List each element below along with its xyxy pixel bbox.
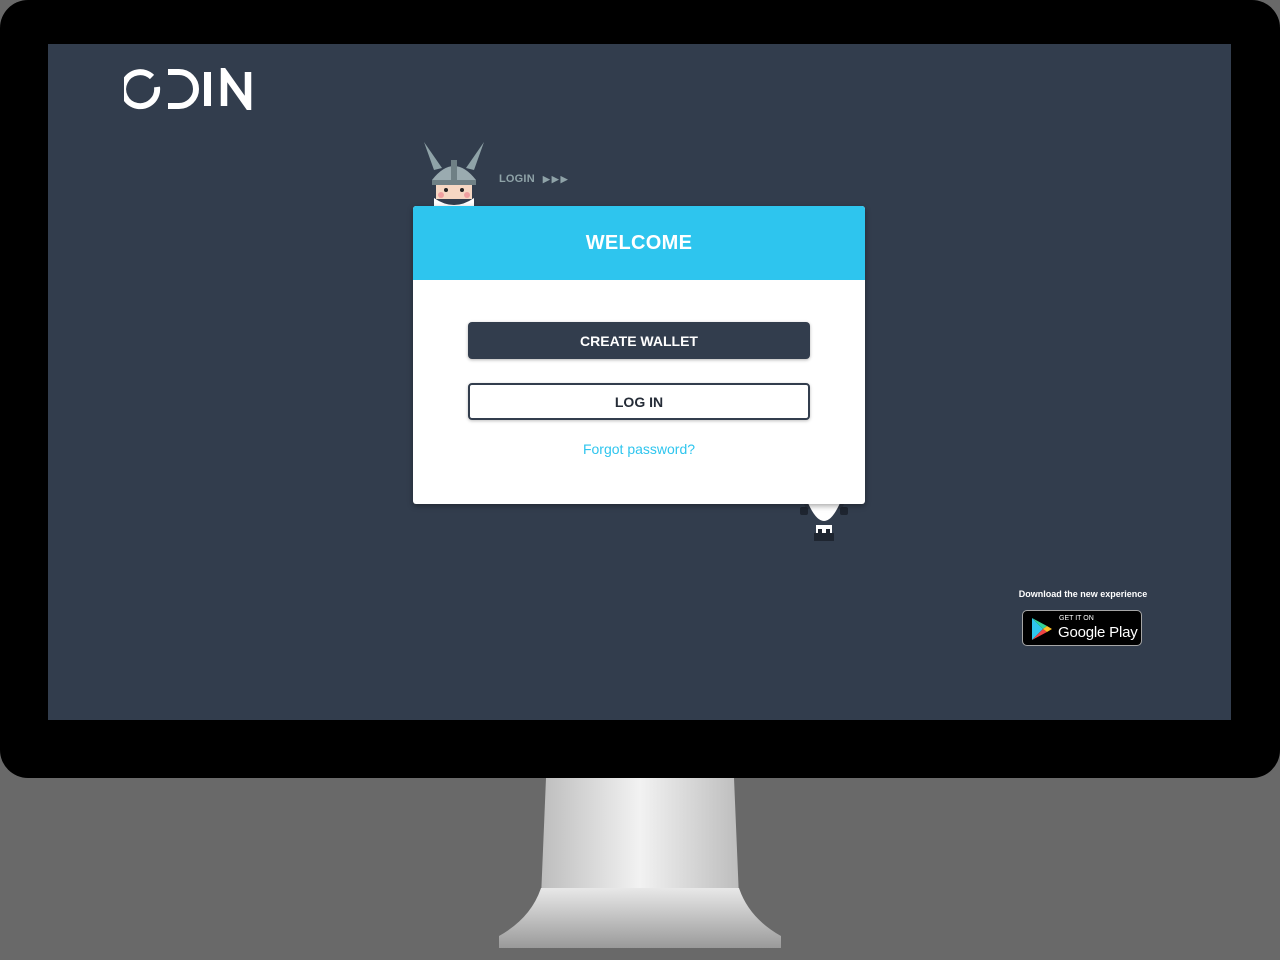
viking-mascot-icon [424,142,484,206]
log-in-button[interactable]: LOG IN [468,383,810,420]
welcome-card: WELCOME CREATE WALLET LOG IN Forgot pass… [413,206,865,504]
welcome-card-header: WELCOME [413,206,865,280]
monitor-frame: LOGIN ▶▶▶ WELCOME CREATE WALLET LOG IN F… [0,0,1280,778]
google-play-icon [1032,618,1052,640]
create-wallet-button[interactable]: CREATE WALLET [468,322,810,359]
odin-logo[interactable] [124,68,258,110]
forgot-password-link[interactable]: Forgot password? [413,441,865,457]
monitor-stand [499,778,781,948]
app-screen: LOGIN ▶▶▶ WELCOME CREATE WALLET LOG IN F… [48,44,1231,720]
viking-mascot-icon [800,499,848,541]
google-play-badge[interactable]: GET IT ON Google Play [1022,610,1142,646]
store-name-text: Google Play [1058,624,1138,641]
breadcrumb-arrows-icon: ▶▶▶ [542,173,570,184]
breadcrumb: LOGIN ▶▶▶ [499,173,570,185]
breadcrumb-label: LOGIN [499,173,535,185]
store-small-text: GET IT ON [1059,615,1094,622]
download-caption: Download the new experience [1018,589,1148,599]
welcome-title: WELCOME [585,231,693,254]
